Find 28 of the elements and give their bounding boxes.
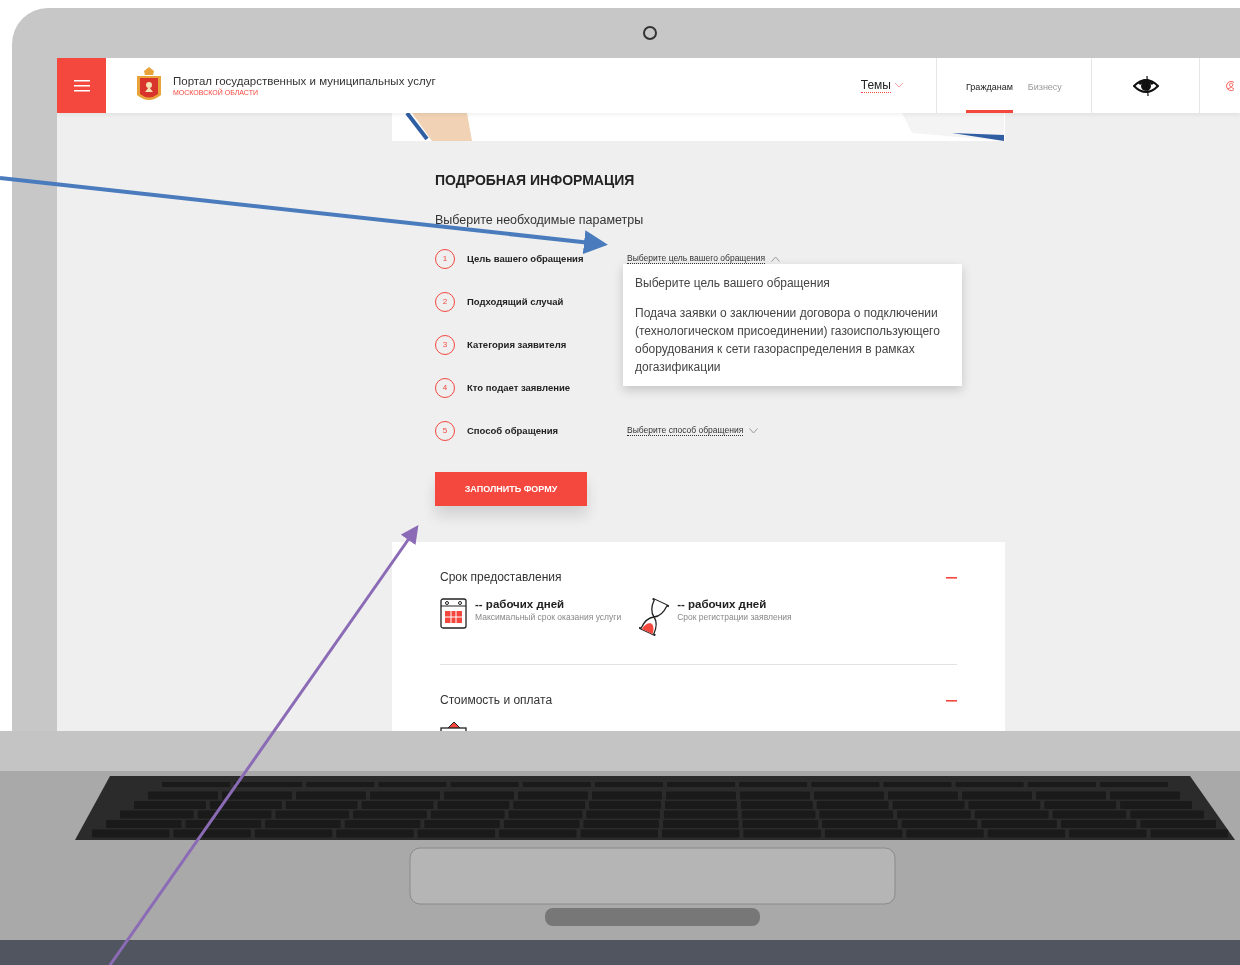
hourglass-icon [639, 598, 670, 636]
parameter-label: Способ обращения [467, 425, 560, 436]
info-section-title: Срок предоставления [440, 570, 562, 584]
parameter-label: Подходящий случай [467, 296, 565, 307]
duration-caption: Максимальный срок оказания услуги [475, 612, 622, 622]
menu-icon [73, 79, 90, 92]
camera-icon [643, 26, 657, 40]
duration-caption: Срок регистрации заявления [677, 612, 792, 622]
menu-button[interactable] [57, 58, 106, 113]
themes-menu[interactable]: Темы [860, 78, 903, 93]
info-section-title: Стоимость и оплата [440, 693, 553, 707]
fill-form-button[interactable]: ЗАПОЛНИТЬ ФОРМУ [435, 472, 587, 506]
dropdown-option[interactable]: Выберите цель вашего обращения [635, 274, 950, 292]
eye-icon [1132, 74, 1159, 97]
accessibility-button[interactable] [1091, 58, 1200, 113]
parameters-prompt: Выберите необходимые параметры [435, 213, 645, 227]
parameter-label: Кто подает заявление [467, 382, 572, 393]
dropdown-option[interactable]: Подача заявки о заключении договора о подключении (технологическом присоединении) газоиспользующего оборудования к сети газораспределения в рамках догазификации [635, 304, 950, 376]
duration-value: -- рабочих дней [475, 598, 566, 610]
calendar-icon [440, 598, 467, 629]
caret-down-icon [895, 83, 903, 88]
parameter-dropdown[interactable]: Выберите цель вашего обращения [627, 253, 781, 264]
parameter-label: Категория заявителя [467, 339, 568, 350]
portal-title: Портал государственных и муниципальных услуг [173, 75, 436, 87]
parameter-label: Цель вашего обращения [467, 253, 585, 264]
parameter-dropdown[interactable]: Выберите способ обращения [627, 425, 759, 436]
section-title: ПОДРОБНАЯ ИНФОРМАЦИЯ [435, 172, 636, 188]
duration-value: -- рабочих дней [677, 598, 768, 610]
